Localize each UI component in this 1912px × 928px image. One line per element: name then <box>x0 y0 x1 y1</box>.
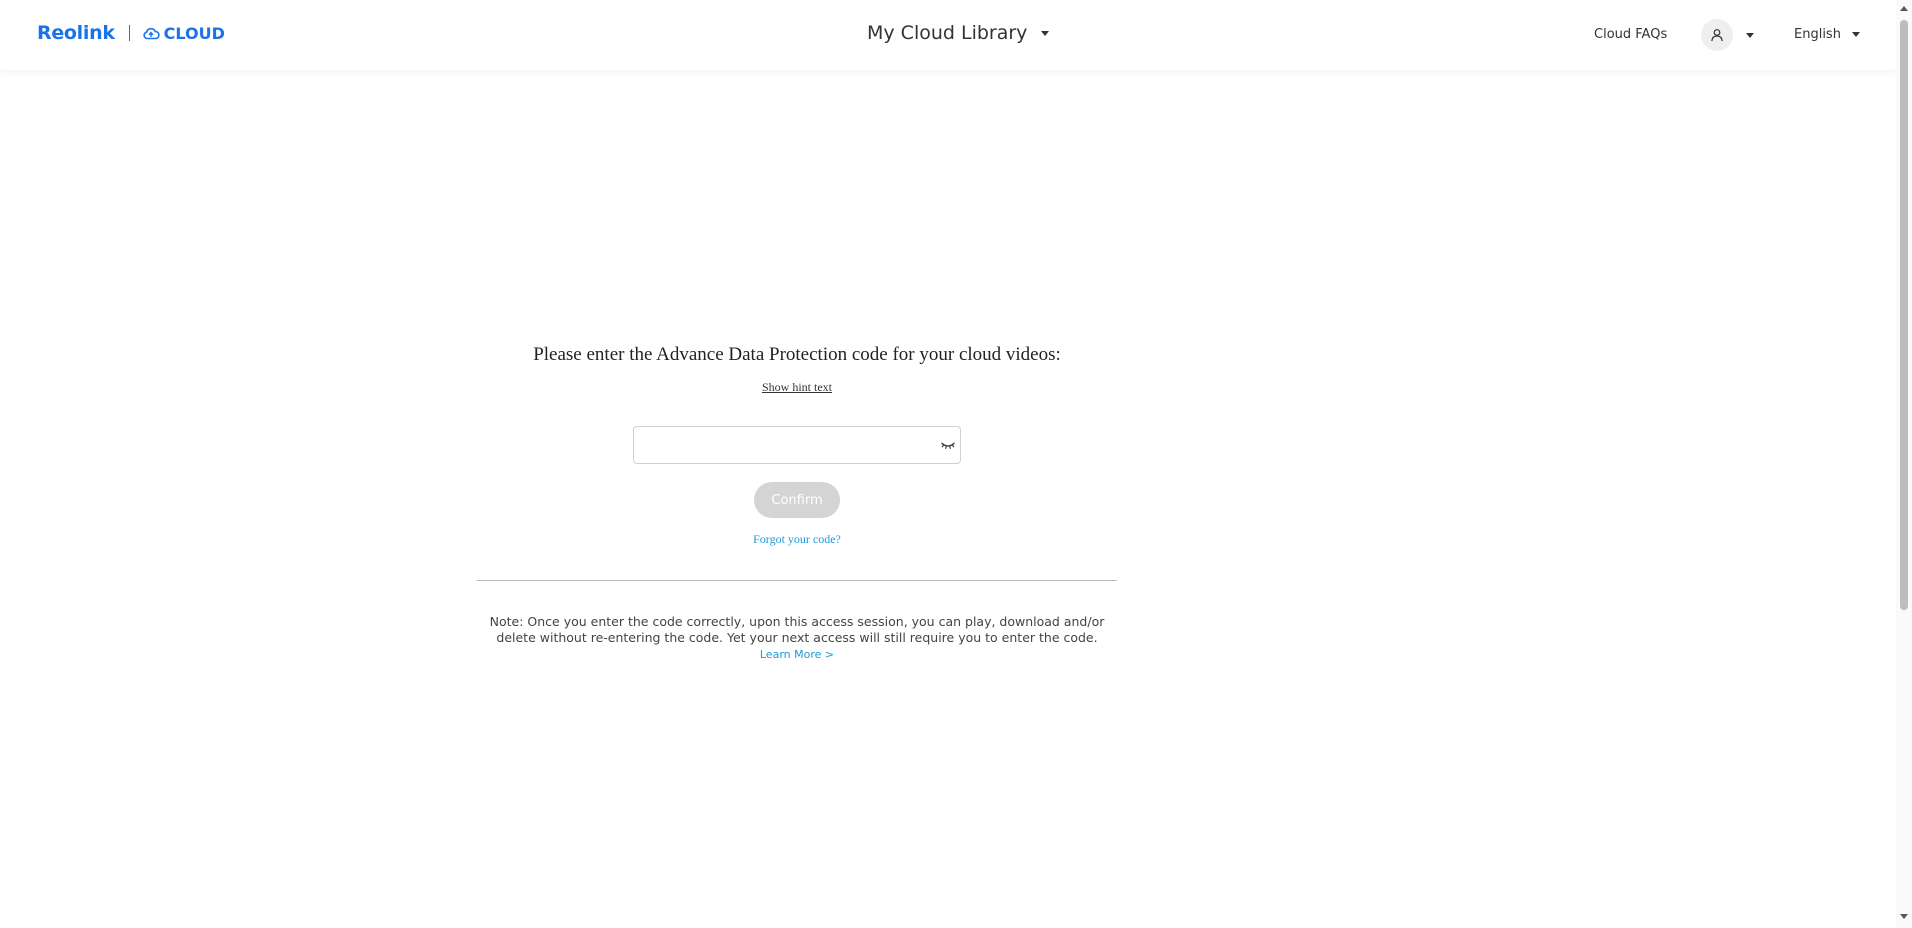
show-hint-link[interactable]: Show hint text <box>762 380 832 395</box>
cloud-icon <box>143 27 160 40</box>
learn-more-link[interactable]: Learn More > <box>760 648 834 661</box>
account-menu[interactable] <box>1701 19 1754 51</box>
language-label: English <box>1794 27 1841 42</box>
avatar[interactable] <box>1701 19 1733 51</box>
brand-logo[interactable]: Reolink CLOUD <box>37 22 225 44</box>
note-text: Note: Once you enter the code correctly,… <box>477 614 1117 663</box>
cloud-faqs-link[interactable]: Cloud FAQs <box>1594 27 1667 42</box>
scroll-down-icon[interactable] <box>1900 914 1908 919</box>
chevron-down-icon <box>1746 32 1754 38</box>
library-title: My Cloud Library <box>867 22 1028 44</box>
chevron-down-icon <box>1851 32 1860 37</box>
forgot-code-link[interactable]: Forgot your code? <box>753 532 841 547</box>
top-header: Reolink CLOUD My Cloud Library Cloud FAQ… <box>0 0 1896 70</box>
code-field[interactable] <box>633 426 961 464</box>
chevron-down-icon <box>1041 30 1050 36</box>
scroll-thumb[interactable] <box>1900 20 1908 610</box>
brand-separator <box>128 25 130 41</box>
code-entry-panel: Please enter the Advance Data Protection… <box>477 344 1117 663</box>
cloud-product-logo: CLOUD <box>142 24 225 43</box>
divider <box>477 580 1117 581</box>
user-icon <box>1711 29 1723 42</box>
eye-closed-icon[interactable] <box>940 441 956 451</box>
page-scrollbar[interactable] <box>1896 0 1912 928</box>
scroll-up-icon[interactable] <box>1900 6 1908 11</box>
code-input[interactable] <box>634 427 960 463</box>
library-selector[interactable]: My Cloud Library <box>867 22 1050 44</box>
note-body: Note: Once you enter the code correctly,… <box>489 614 1105 645</box>
confirm-button[interactable]: Confirm <box>754 482 840 518</box>
brand-name: Reolink <box>37 22 115 44</box>
language-selector[interactable]: English <box>1794 27 1860 42</box>
product-name: CLOUD <box>163 23 225 43</box>
page-title: Please enter the Advance Data Protection… <box>533 344 1061 365</box>
